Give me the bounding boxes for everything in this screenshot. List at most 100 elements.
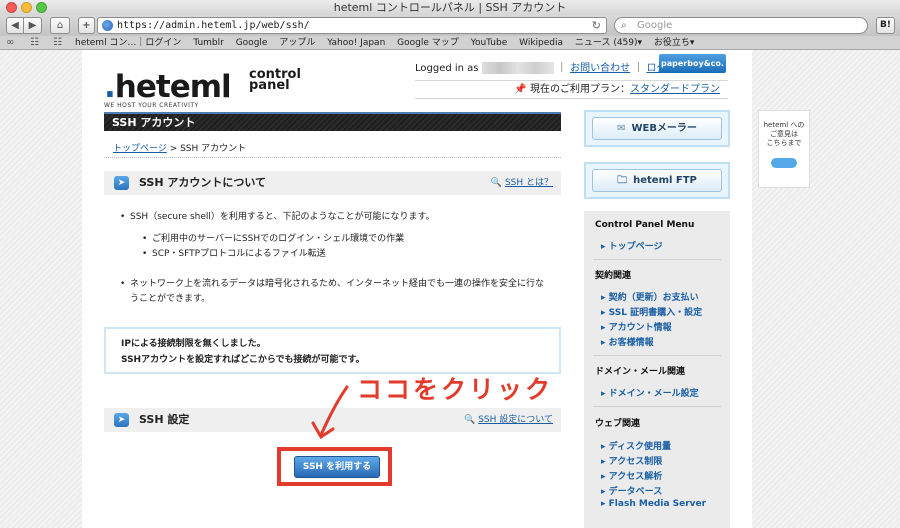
menu-item-account[interactable]: アカウント情報: [601, 320, 672, 333]
forward-arrow-icon: ▶: [28, 20, 37, 31]
webmailer-button[interactable]: ✉ WEBメーラー: [584, 110, 730, 147]
page-title: SSH アカウント: [104, 112, 561, 131]
feedback-widget[interactable]: heteml への ご意見は こちらまで: [758, 110, 810, 188]
bookmark-item[interactable]: Tumblr: [193, 38, 224, 48]
bookmark-item[interactable]: Google: [236, 38, 268, 48]
pin-icon: 📌: [514, 84, 527, 95]
bookmark-item[interactable]: お役立ち▾: [654, 38, 695, 48]
notice-line-1: IPによる接続制限を無くしました。: [121, 339, 266, 349]
magnifier-icon: 🔍: [490, 178, 503, 188]
notice-box: IPによる接続制限を無くしました。 SSHアカウントを設定すればどこからでも接続…: [104, 327, 561, 374]
url-text: https://admin.heteml.jp/web/ssh/: [117, 20, 310, 31]
heteml-logo[interactable]: .heteml WE HOST YOUR CREATIVITY: [104, 69, 232, 109]
about-sub-bullet-2: SCP・SFTPプロトコルによるファイル転送: [142, 247, 326, 262]
use-ssh-button[interactable]: SSH を利用する: [294, 456, 380, 478]
minimize-window-button[interactable]: [21, 2, 32, 13]
breadcrumb-current: SSH アカウント: [180, 144, 247, 154]
home-button[interactable]: ⌂: [50, 17, 70, 34]
plus-icon: +: [82, 20, 91, 31]
browser-toolbar: ◀ ▶ ⌂ + https://admin.heteml.jp/web/ssh/…: [0, 15, 900, 36]
plan-label: 現在のご利用プラン：: [530, 84, 630, 95]
section-ssh-settings-title: SSH 設定: [139, 413, 190, 426]
bookmark-item[interactable]: YouTube: [471, 38, 508, 48]
feedback-line-2: ご意見は: [770, 130, 798, 138]
about-bullet-2-line1: ネットワーク上を流れるデータは暗号化されるため、インターネット経由でも一連の操作…: [130, 279, 545, 289]
section-about-title: SSH アカウントについて: [139, 176, 267, 189]
annotation-click-here: ココをクリック: [357, 375, 554, 404]
feedback-line-3: こちらまで: [766, 139, 802, 147]
breadcrumb-home-link[interactable]: トップページ: [113, 144, 167, 154]
menu-item-customer[interactable]: お客様情報: [601, 335, 654, 348]
menu-divider: [593, 259, 721, 260]
bookmark-item[interactable]: アップル: [279, 38, 315, 48]
menu-item-database[interactable]: データベース: [601, 484, 663, 497]
bookmark-item[interactable]: heteml コン…｜ログイン: [75, 38, 181, 48]
bookmark-item[interactable]: Yahoo! Japan: [327, 38, 385, 48]
menu-item-contract[interactable]: 契約（更新）お支払い: [601, 290, 699, 303]
webmailer-label: WEBメーラー: [631, 123, 697, 134]
about-bullet-2: ネットワーク上を流れるデータは暗号化されるため、インターネット経由でも一連の操作…: [120, 277, 550, 307]
about-bullet-1: SSH（secure shell）を利用すると、下記のようなことが可能になります…: [120, 210, 435, 225]
login-info: Logged in as ｜ お問い合わせ ｜ ログアウト: [415, 59, 696, 74]
menu-heading-contract: 契約関連: [595, 271, 632, 281]
ftp-label: heteml FTP: [633, 175, 697, 186]
search-placeholder: Google: [637, 20, 673, 31]
book-icon[interactable]: ☷: [30, 36, 39, 49]
paperboy-logo[interactable]: paperboy&co.: [659, 54, 726, 73]
reload-icon[interactable]: ↻: [592, 18, 601, 33]
divider: [104, 157, 561, 158]
address-bar[interactable]: https://admin.heteml.jp/web/ssh/ ↻: [97, 17, 607, 34]
menu-heading-web: ウェブ関連: [595, 419, 641, 429]
heteml-ftp-button[interactable]: 🗀 heteml FTP: [584, 162, 730, 199]
add-bookmark-button[interactable]: +: [78, 17, 95, 34]
current-plan-bar: 📌 現在のご利用プラン：スタンダードプラン: [415, 80, 728, 99]
menu-item-access-restriction[interactable]: アクセス制限: [601, 454, 663, 467]
bookmarks-bar: ∞ ☷ ☷ heteml コン…｜ログイン Tumblr Google アップル…: [0, 36, 900, 50]
about-sub-bullet-1: ご利用中のサーバーにSSHでのログイン・シェル環境での作業: [142, 232, 404, 247]
menu-item-top-page[interactable]: トップページ: [601, 239, 663, 252]
menu-item-flash-media-server[interactable]: Flash Media Server: [601, 499, 706, 509]
refresh-icon: ➤: [114, 413, 129, 427]
menu-divider: [593, 406, 721, 407]
feedback-line-1: heteml への: [763, 121, 805, 129]
bookmark-items: heteml コン…｜ログイン Tumblr Google アップル Yahoo…: [75, 36, 703, 49]
logo-text: heteml: [114, 69, 232, 105]
search-input[interactable]: ⌕ Google: [614, 17, 868, 34]
envelope-icon: ✉: [617, 123, 626, 134]
reading-list-icon[interactable]: ∞: [6, 36, 14, 49]
hippo-mascot-icon: [771, 158, 797, 168]
contact-link[interactable]: お問い合わせ: [570, 63, 630, 74]
window-titlebar: heteml コントロールパネル | SSH アカウント: [0, 0, 900, 15]
window-title: heteml コントロールパネル | SSH アカウント: [333, 1, 567, 14]
maximize-window-button[interactable]: [36, 2, 47, 13]
folder-icon: 🗀: [617, 175, 628, 186]
menu-item-disk-usage[interactable]: ディスク使用量: [601, 439, 671, 452]
forward-button[interactable]: ▶: [24, 17, 42, 34]
back-arrow-icon: ◀: [11, 20, 19, 31]
ssh-settings-info-link[interactable]: 🔍 SSH 設定について: [464, 408, 553, 432]
globe-icon: [102, 20, 113, 31]
control-panel-menu: Control Panel Menu トップページ 契約関連 契約（更新）お支払…: [584, 211, 730, 528]
plan-link[interactable]: スタンダードプラン: [630, 84, 720, 95]
menu-item-access-analysis[interactable]: アクセス解析: [601, 469, 663, 482]
breadcrumb-separator: >: [166, 144, 181, 154]
menu-item-ssl[interactable]: SSL 証明書購入・設定: [601, 305, 702, 318]
bookmark-item[interactable]: Google マップ: [397, 38, 459, 48]
logged-in-label: Logged in as: [415, 63, 479, 74]
bookmark-item[interactable]: ニュース (459)▾: [575, 38, 642, 48]
logo-control-panel: control panel: [249, 68, 301, 92]
page-background: .heteml WE HOST YOUR CREATIVITY control …: [0, 50, 900, 528]
home-icon: ⌂: [56, 20, 64, 31]
menu-divider: [593, 355, 721, 356]
grid-icon[interactable]: ☷: [53, 36, 62, 49]
blurred-username: [481, 62, 554, 74]
annotation-arrow-icon: [311, 385, 349, 440]
menu-item-domain-mail[interactable]: ドメイン・メール設定: [601, 386, 699, 399]
back-button[interactable]: ◀: [6, 17, 24, 34]
page-content: .heteml WE HOST YOUR CREATIVITY control …: [82, 50, 752, 528]
close-window-button[interactable]: [6, 2, 17, 13]
hatena-bookmark-button[interactable]: B!: [876, 17, 895, 34]
bookmark-item[interactable]: Wikipedia: [519, 38, 563, 48]
magnifier-icon: 🔍: [464, 415, 476, 425]
ssh-info-link[interactable]: 🔍 SSH とは？: [491, 171, 553, 195]
